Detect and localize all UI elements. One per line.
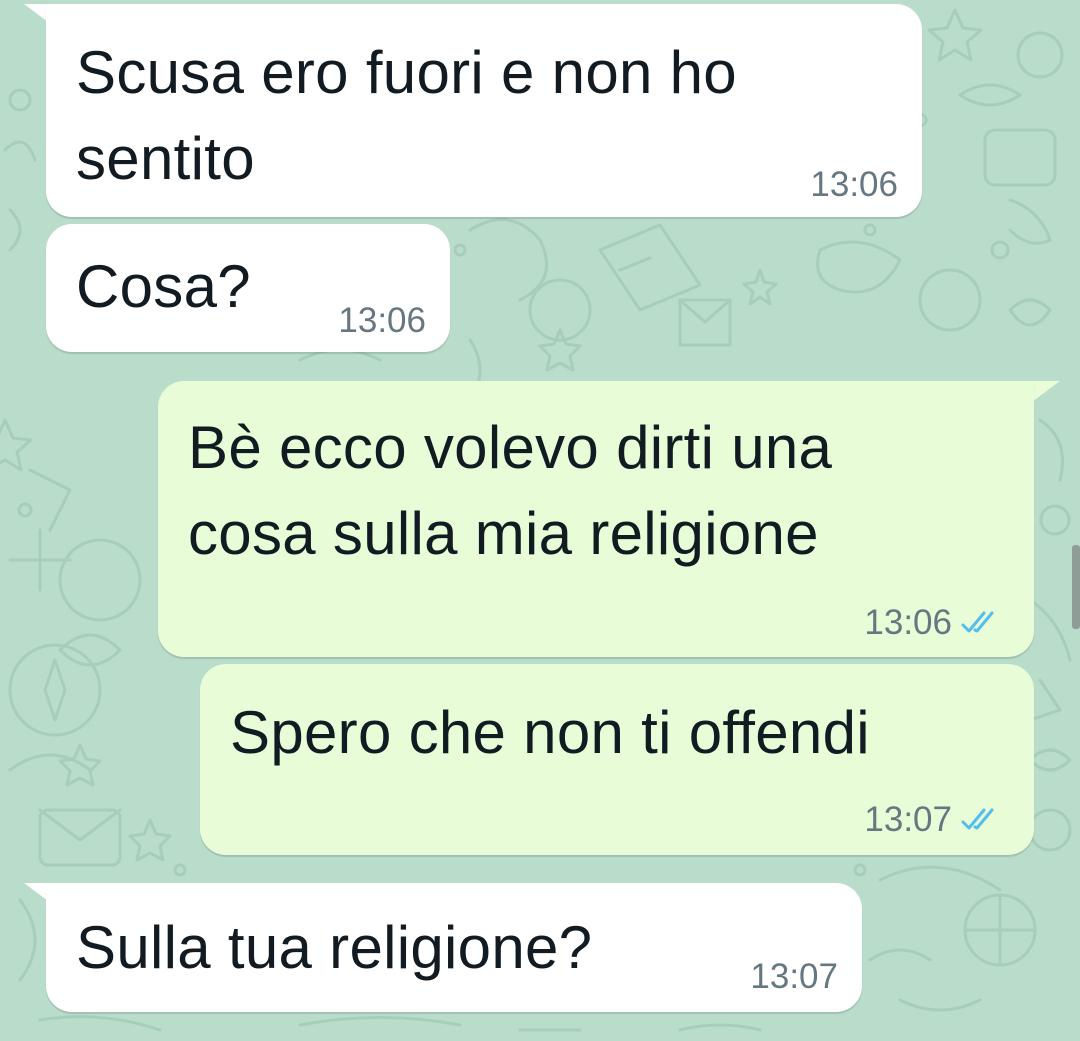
double-check-icon [961,808,994,830]
message-timestamp: 13:06 [338,301,426,340]
incoming-message-bubble[interactable]: Scusa ero fuori e non ho sentito 13:06 [46,4,922,217]
double-check-icon [961,611,994,633]
message-text-line: Scusa ero fuori e non ho [76,39,737,106]
message-text-line: cosa sulla mia religione [188,500,819,567]
incoming-message-bubble[interactable]: Sulla tua religione? 13:07 [46,883,862,1012]
outgoing-message-bubble[interactable]: Spero che non ti offendi 13:07 [200,664,1034,855]
message-timestamp: 13:06 [810,165,898,204]
message-timestamp: 13:06 [864,603,952,642]
message-text-line: Spero che non ti offendi [230,699,870,766]
message-timestamp: 13:07 [864,800,952,839]
scrollbar-thumb[interactable] [1072,545,1080,629]
message-text-line: Bè ecco volevo dirti una [188,414,833,481]
message-timestamp: 13:07 [750,957,838,996]
chat-message-list[interactable]: Scusa ero fuori e non ho sentito 13:06 C… [0,0,1080,1041]
message-text-line: Cosa? [76,253,251,320]
incoming-message-bubble[interactable]: Cosa? 13:06 [46,224,450,352]
message-text-line: Sulla tua religione? [76,914,593,981]
outgoing-message-bubble[interactable]: Bè ecco volevo dirti una cosa sulla mia … [158,381,1034,657]
message-text-line: sentito [76,125,255,192]
